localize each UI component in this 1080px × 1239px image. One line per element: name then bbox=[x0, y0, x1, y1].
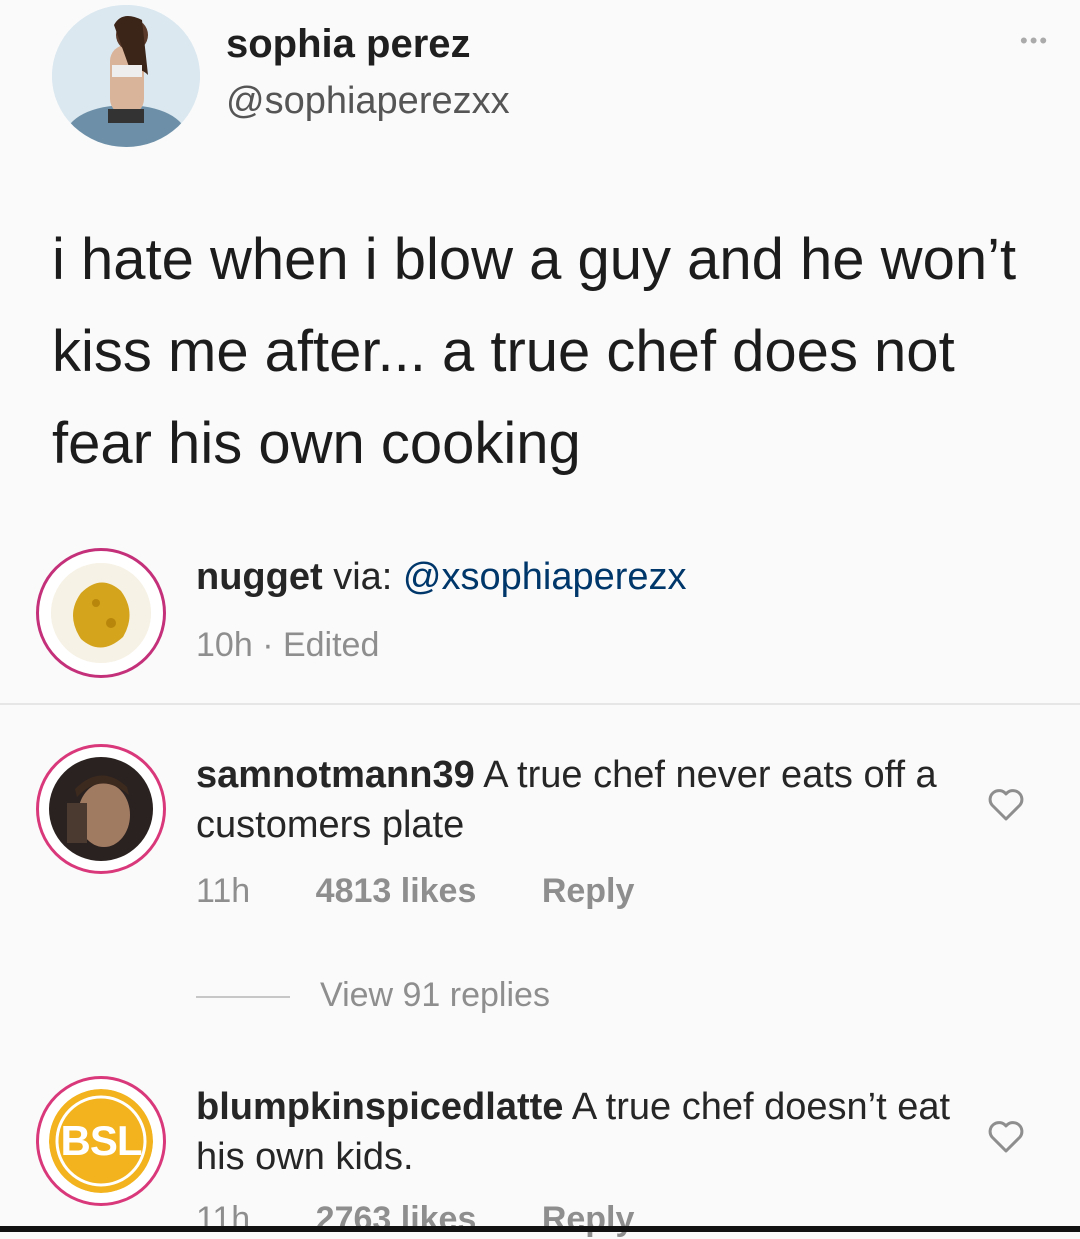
avatar bbox=[49, 757, 153, 861]
tweet-text-line: i hate when i blow a guy and he won’t bbox=[52, 227, 1017, 292]
comment-body: blumpkinspicedlatte A true chef doesn’t … bbox=[196, 1082, 956, 1182]
caption-header: nugget via: @xsophiaperezx bbox=[196, 556, 687, 599]
caption-username[interactable]: nugget bbox=[196, 556, 323, 598]
divider bbox=[0, 703, 1080, 705]
heart-icon[interactable] bbox=[986, 786, 1026, 822]
caption-via: via: bbox=[333, 556, 393, 598]
profile-name[interactable]: sophia perez bbox=[226, 22, 471, 67]
comment-username[interactable]: samnotmann39 bbox=[196, 754, 475, 796]
tweet-text: i hate when i blow a guy and he won’t ki… bbox=[52, 214, 1052, 490]
caption-time: 10h bbox=[196, 626, 253, 664]
avatar-initials: BSL bbox=[60, 1117, 143, 1164]
comment-username[interactable]: blumpkinspicedlatte bbox=[196, 1086, 563, 1128]
comment-time: 11h bbox=[196, 872, 251, 910]
comment-meta: 11h 2763 likes Reply bbox=[196, 1200, 690, 1239]
profile-handle[interactable]: @sophiaperezxx bbox=[226, 80, 510, 123]
caption-edited: Edited bbox=[282, 626, 380, 664]
view-replies-label: View 91 replies bbox=[320, 976, 550, 1014]
comment-likes[interactable]: 2763 likes bbox=[316, 1200, 477, 1238]
tweet-text-line: fear his own cooking bbox=[52, 411, 581, 476]
reply-button[interactable]: Reply bbox=[542, 872, 635, 910]
profile-avatar[interactable] bbox=[52, 5, 200, 147]
caption-meta: 10h · Edited bbox=[196, 626, 379, 665]
comment-meta: 11h 4813 likes Reply bbox=[196, 872, 690, 911]
caption-separator: · bbox=[262, 626, 274, 664]
tweet-text-line: kiss me after... a true chef does not bbox=[52, 319, 955, 384]
caption-via-handle[interactable]: @xsophiaperezx bbox=[403, 556, 687, 598]
comment-likes[interactable]: 4813 likes bbox=[316, 872, 477, 910]
tweet-card: sophia perez @sophiaperezxx ••• i hate w… bbox=[0, 0, 1080, 700]
view-replies-button[interactable]: View 91 replies bbox=[196, 976, 550, 1015]
nugget-image bbox=[51, 563, 151, 663]
more-dots-icon[interactable]: ••• bbox=[1020, 28, 1049, 54]
heart-icon[interactable] bbox=[986, 1118, 1026, 1154]
comment-avatar[interactable] bbox=[36, 744, 166, 874]
replies-line bbox=[196, 996, 290, 999]
reply-button[interactable]: Reply bbox=[542, 1200, 635, 1238]
comment-time: 11h bbox=[196, 1200, 251, 1238]
bottom-edge bbox=[0, 1226, 1080, 1232]
comment-body: samnotmann39 A true chef never eats off … bbox=[196, 750, 956, 850]
caption-avatar[interactable] bbox=[36, 548, 166, 678]
